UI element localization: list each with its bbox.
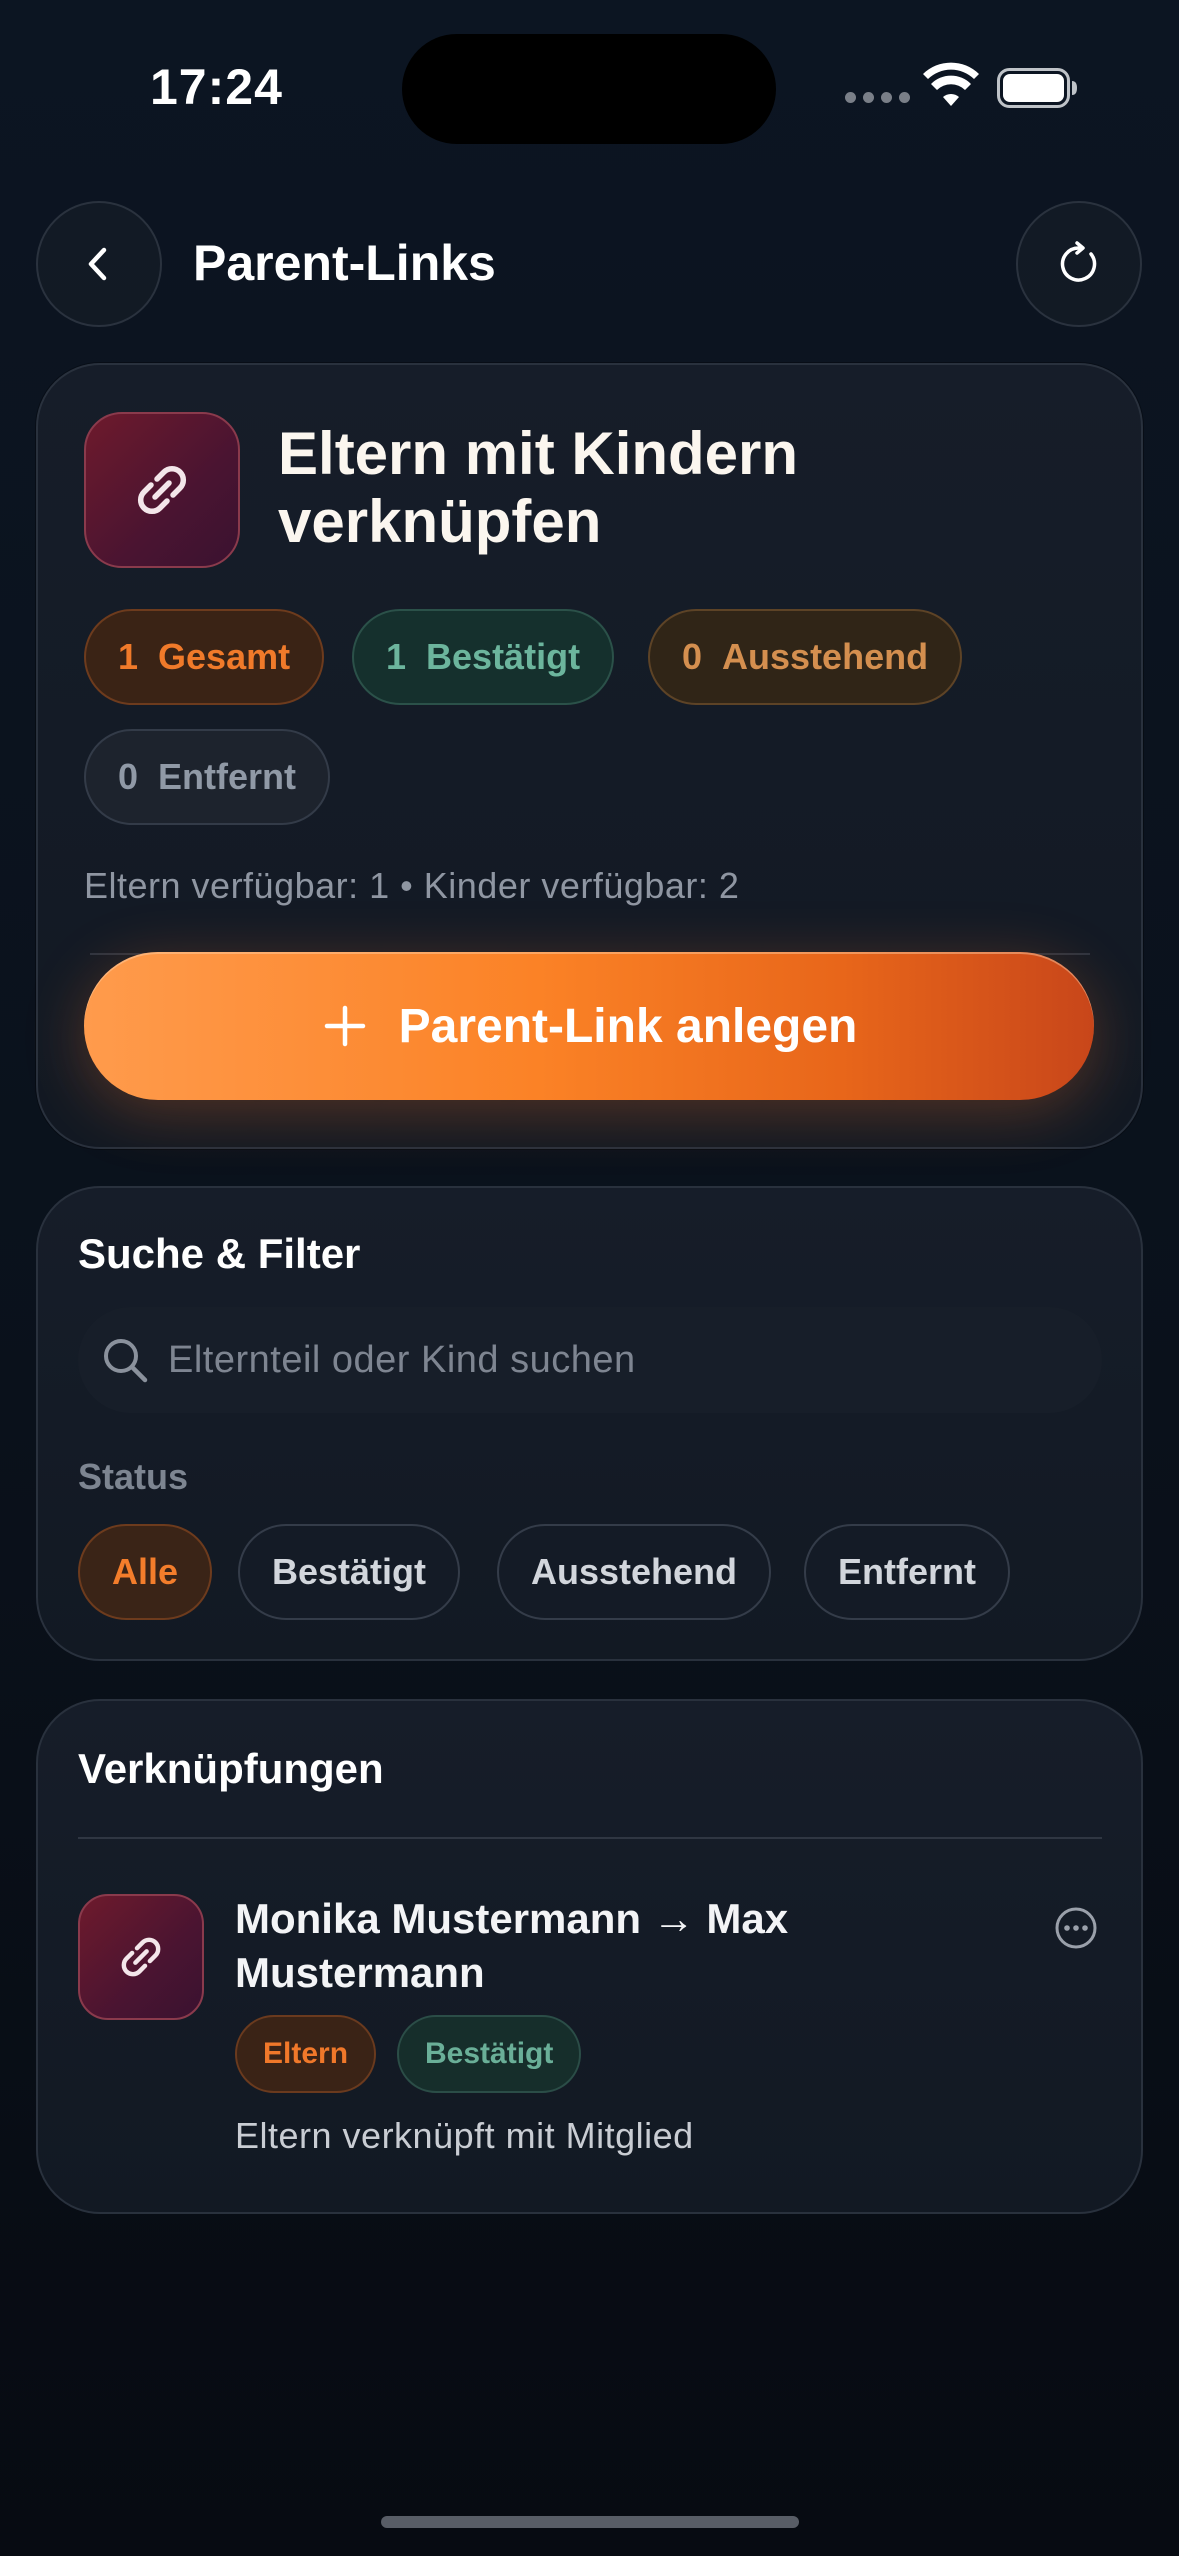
create-parent-link-button[interactable]: Parent-Link anlegen [84,952,1094,1100]
create-button-label: Parent-Link anlegen [398,999,858,1053]
availability-text: Eltern verfügbar: 1 • Kinder verfügbar: … [84,865,740,906]
refresh-button[interactable] [1016,201,1142,327]
stat-count: 0 [682,636,703,677]
stat-confirmed[interactable]: 1 Bestätigt [352,609,615,705]
stat-label: Bestätigt [426,636,581,677]
link-icon-badge [84,412,240,568]
stat-pending[interactable]: 0 Ausstehend [648,609,963,705]
stat-label: Gesamt [158,636,291,677]
filter-chip-confirmed[interactable]: Bestätigt [238,1524,461,1620]
stat-count: 0 [118,756,139,797]
links-title: Verknüpfungen [78,1745,384,1792]
dynamic-island [402,34,776,144]
link-icon [121,1937,161,1977]
filter-chip-all[interactable]: Alle [78,1524,213,1620]
link-item-icon[interactable] [78,1894,204,2020]
status-time: 17:24 [150,59,283,115]
stat-label: Ausstehend [722,636,929,677]
stat-total[interactable]: 1 Gesamt [84,609,325,705]
search-icon [104,1339,148,1383]
search-input[interactable]: Elternteil oder Kind suchen [78,1307,1102,1413]
link-item-title[interactable]: Monika Mustermann → Max Mustermann [235,1892,875,2000]
battery-icon [997,68,1077,108]
stat-count: 1 [118,636,139,677]
search-placeholder: Elternteil oder Kind suchen [168,1338,636,1381]
wifi-icon [923,62,979,106]
divider [78,1837,1102,1839]
filter-chip-pending[interactable]: Ausstehend [497,1524,772,1620]
role-badge: Eltern [235,2015,377,2093]
status-label: Status [78,1456,189,1497]
stat-count: 1 [386,636,407,677]
cellular-signal-icon [845,92,910,103]
refresh-icon [1060,241,1097,282]
filter-chip-removed[interactable]: Entfernt [804,1524,1010,1620]
home-indicator[interactable] [381,2516,799,2528]
link-item-subtitle: Eltern verknüpft mit Mitglied [235,2115,694,2156]
stat-removed[interactable]: 0 Entfernt [84,729,331,825]
page-title: Parent-Links [193,235,496,291]
status-badge: Bestätigt [397,2015,582,2093]
plus-icon [324,1005,365,1047]
filter-title: Suche & Filter [78,1230,361,1277]
link-icon [137,465,187,515]
overview-title: Eltern mit Kindern verknüpfen [278,420,799,555]
chevron-left-icon [88,247,107,281]
more-options-icon[interactable] [1054,1906,1098,1950]
back-button[interactable] [36,201,162,327]
stat-label: Entfernt [158,756,297,797]
